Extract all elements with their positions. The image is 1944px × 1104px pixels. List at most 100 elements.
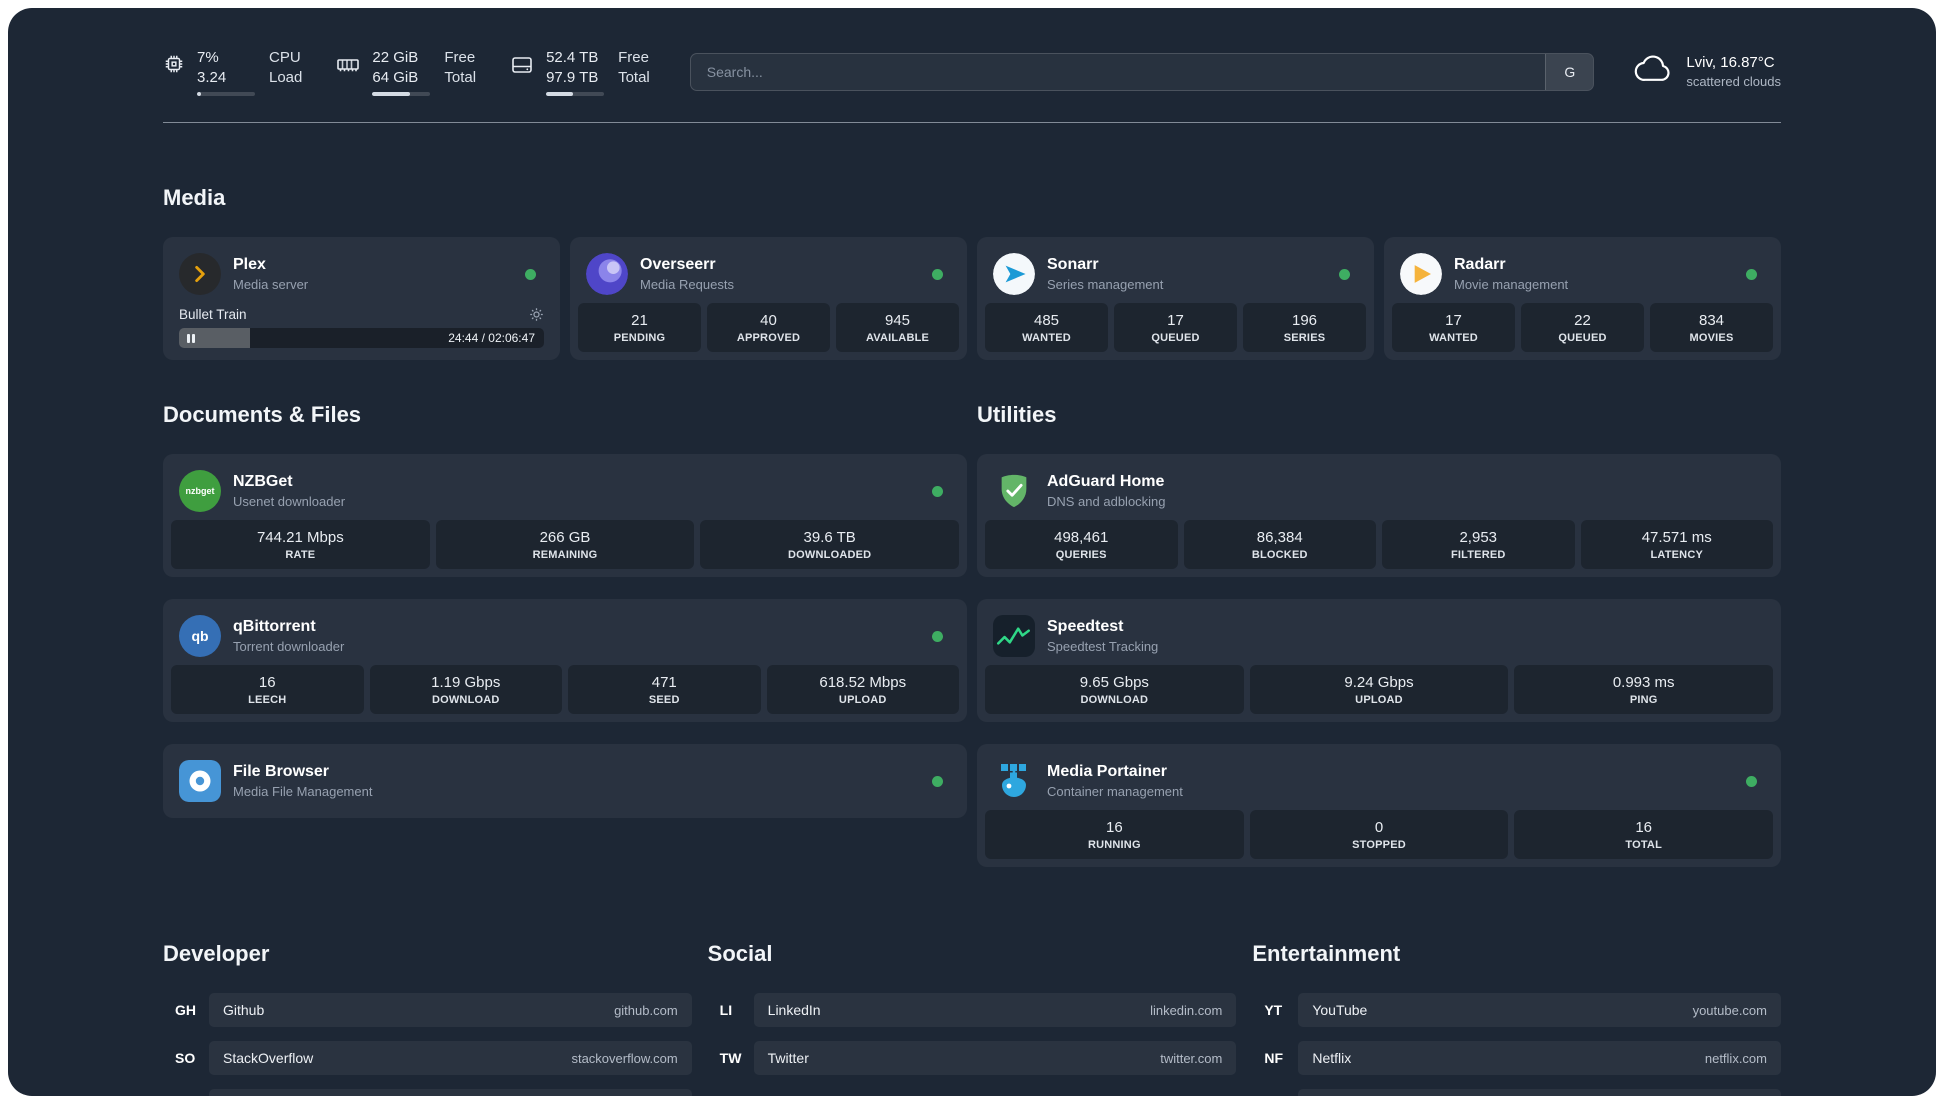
pause-icon[interactable]: [187, 328, 195, 348]
stat-remaining: 266 GB REMAINING: [435, 520, 695, 569]
bookmark-youtube[interactable]: YT YouTube youtube.com: [1252, 993, 1781, 1027]
bookmark-stackoverflow[interactable]: SO StackOverflow stackoverflow.com: [163, 1041, 692, 1075]
cpu-values: 7% 3.24: [197, 48, 255, 96]
service-card-qbittorrent[interactable]: qb qBittorrent Torrent downloader 16 LEE…: [163, 599, 967, 722]
service-header: qb qBittorrent Torrent downloader: [171, 607, 959, 665]
service-subtitle: Speedtest Tracking: [1047, 638, 1159, 654]
service-meta: Speedtest Speedtest Tracking: [1047, 617, 1158, 655]
service-card-file-browser[interactable]: File Browser Media File Management: [163, 744, 967, 818]
section-title-utilities: Utilities: [977, 402, 1057, 427]
service-card-nzbget[interactable]: nzbget NZBGet Usenet downloader 744.21 M…: [163, 454, 967, 577]
service-subtitle: Movie management: [1454, 276, 1569, 292]
portainer-icon: [993, 760, 1035, 802]
bookmark-linkedin[interactable]: LI LinkedIn linkedin.com: [708, 993, 1237, 1027]
search-input[interactable]: [690, 64, 1546, 80]
qbittorrent-icon: qb: [179, 615, 221, 657]
stat-value: 1.19 Gbps: [431, 674, 501, 691]
service-name: Media Portainer: [1047, 762, 1168, 780]
status-dot: [932, 630, 943, 642]
stat-value: 86,384: [1256, 529, 1303, 546]
now-playing-title: Bullet Train: [179, 307, 247, 322]
disk-values: 52.4 TB 97.9 TB: [546, 48, 605, 96]
service-meta: NZBGet Usenet downloader: [233, 472, 345, 510]
stat-label: SERIES: [1283, 332, 1326, 344]
topbar-divider: [163, 122, 1781, 123]
bookmark-abbr: SO: [175, 1050, 196, 1066]
bookmark-name: Github: [223, 1002, 265, 1018]
service-card-media-portainer[interactable]: Media Portainer Container management 16 …: [977, 744, 1781, 867]
service-header: nzbget NZBGet Usenet downloader: [171, 462, 959, 520]
service-header: Plex Media server: [171, 245, 552, 303]
bookmark-reddit[interactable]: RE Reddit reddit.com: [1252, 1089, 1781, 1096]
stat-value: 22: [1574, 312, 1591, 329]
playback-progress-bar[interactable]: 24:44 / 02:06:47: [179, 328, 544, 348]
cloud-icon: [1634, 53, 1674, 90]
bookmark-name: StackOverflow: [223, 1050, 314, 1066]
service-subtitle: Media Requests: [640, 276, 734, 292]
stat-value: 471: [651, 674, 677, 691]
sonarr-icon: [993, 253, 1035, 295]
stat-value: 21: [631, 312, 648, 329]
service-meta: AdGuard Home DNS and adblocking: [1047, 472, 1166, 510]
stat-value: 945: [884, 312, 911, 329]
disk-icon: [510, 53, 534, 77]
service-meta: Sonarr Series management: [1047, 255, 1163, 293]
service-name: Plex: [233, 255, 266, 273]
stat-filtered: 2,953 FILTERED: [1382, 520, 1575, 569]
bookmark-github[interactable]: GH Github github.com: [163, 993, 692, 1027]
stat-approved: 40 APPROVED: [707, 303, 830, 352]
stat-download: 1.19 Gbps DOWNLOAD: [369, 665, 562, 714]
weather-condition: scattered clouds: [1686, 74, 1781, 90]
service-card-speedtest[interactable]: Speedtest Speedtest Tracking 9.65 Gbps D…: [977, 599, 1781, 722]
bookmark-name: Netflix: [1312, 1050, 1352, 1066]
bookmark-group-entertainment: Entertainment YT YouTube youtube.com NF …: [1252, 941, 1781, 1096]
gear-icon[interactable]: [529, 307, 544, 322]
section-title-documents: Documents & Files: [163, 402, 362, 427]
page-frame: 7% 3.24 CPU Load 22 GiB 64 GiB Free Tota…: [0, 0, 1944, 1104]
bookmark-twitter[interactable]: TW Twitter twitter.com: [708, 1041, 1237, 1075]
service-card-overseerr[interactable]: Overseerr Media Requests 21 PENDING 40 A…: [570, 237, 967, 360]
service-meta: Plex Media server: [233, 255, 308, 293]
stat-value: 16: [1635, 819, 1653, 836]
file-browser-icon: [179, 760, 221, 802]
service-name: Speedtest: [1047, 617, 1124, 635]
topbar: 7% 3.24 CPU Load 22 GiB 64 GiB Free Tota…: [163, 48, 1781, 96]
status-dot: [932, 485, 943, 497]
bookmark-name: Twitter: [767, 1050, 809, 1066]
service-name: qBittorrent: [233, 617, 316, 635]
service-card-sonarr[interactable]: Sonarr Series management 485 WANTED 17 Q…: [977, 237, 1374, 360]
service-subtitle: DNS and adblocking: [1047, 493, 1166, 509]
stat-label: FILTERED: [1450, 549, 1506, 561]
status-dot: [1746, 775, 1757, 787]
stat-value: 266 GB: [539, 529, 591, 546]
stat-label: TOTAL: [1625, 839, 1662, 851]
cpu-label-1: CPU: [269, 49, 301, 66]
search-provider-button[interactable]: G: [1545, 54, 1594, 90]
memory-label-1: Free: [444, 49, 476, 66]
stat-download: 9.65 Gbps DOWNLOAD: [985, 665, 1244, 714]
bookmark-dev[interactable]: DT DEV dev.to: [163, 1089, 692, 1096]
stat-label: STOPPED: [1352, 839, 1406, 851]
service-header: File Browser Media File Management: [171, 752, 959, 810]
service-stats: 498,461 QUERIES 86,384 BLOCKED 2,953 FIL…: [985, 520, 1773, 569]
service-header: Speedtest Speedtest Tracking: [985, 607, 1773, 665]
cpu-label-2: Load: [269, 68, 303, 86]
service-card-radarr[interactable]: Radarr Movie management 17 WANTED 22 QUE…: [1384, 237, 1781, 360]
service-card-adguard-home[interactable]: AdGuard Home DNS and adblocking 498,461 …: [977, 454, 1781, 577]
memory-widget: 22 GiB 64 GiB Free Total: [336, 48, 476, 96]
service-subtitle: Media server: [233, 276, 309, 292]
service-card-plex[interactable]: Plex Media server Bullet Train 24:44 / 0…: [163, 237, 560, 360]
memory-free: 22 GiB: [372, 49, 419, 66]
stat-label: UPLOAD: [1355, 694, 1403, 706]
cpu-usage: 7%: [197, 49, 219, 66]
search-bar: G: [689, 53, 1595, 91]
bookmark-abbr: YT: [1264, 1002, 1283, 1018]
service-subtitle: Media File Management: [233, 783, 373, 799]
bookmark-netflix[interactable]: NF Netflix netflix.com: [1252, 1041, 1781, 1075]
stat-queries: 498,461 QUERIES: [985, 520, 1178, 569]
stat-value: 9.24 Gbps: [1344, 674, 1414, 691]
stat-value: 498,461: [1054, 529, 1109, 546]
stat-label: RUNNING: [1087, 839, 1141, 851]
adguard-home-icon: [993, 470, 1035, 512]
service-stats: 16 RUNNING 0 STOPPED 16 TOTAL: [985, 810, 1774, 859]
